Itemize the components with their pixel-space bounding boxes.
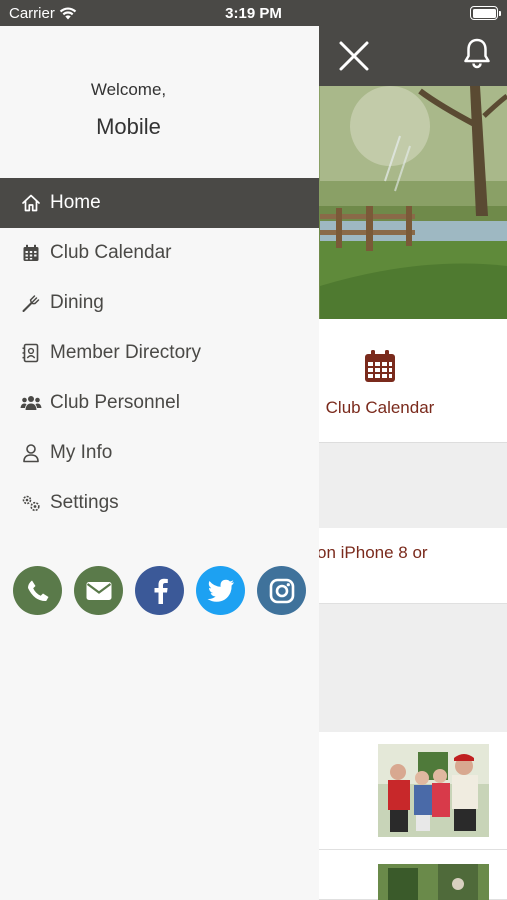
- instagram-button[interactable]: [257, 566, 306, 615]
- user-name: Mobile: [96, 114, 161, 139]
- phone-icon: [27, 580, 48, 601]
- menu-item-label: My Info: [50, 442, 113, 463]
- home-icon: [20, 192, 42, 214]
- news-link[interactable]: is on iPhone 8 or: [300, 543, 428, 563]
- menu-item-label: Club Calendar: [50, 242, 172, 263]
- menu-item-home[interactable]: Home: [0, 178, 319, 228]
- event-photo-2[interactable]: [378, 864, 489, 900]
- drawer-menu: Home Club Calendar Dining Member Directo…: [0, 178, 319, 528]
- welcome-text: Welcome,: [90, 80, 167, 99]
- menu-item-dining[interactable]: Dining: [0, 278, 319, 328]
- instagram-icon: [269, 578, 294, 603]
- menu-item-label: Club Personnel: [50, 392, 180, 413]
- fork-icon: [20, 292, 42, 314]
- facebook-button[interactable]: [135, 566, 184, 615]
- twitter-button[interactable]: [196, 566, 245, 615]
- menu-item-settings[interactable]: Settings: [0, 478, 319, 528]
- calendar-icon: [20, 242, 42, 264]
- menu-item-label: Member Directory: [50, 342, 201, 363]
- people-icon: [20, 392, 42, 414]
- gears-icon: [20, 492, 42, 514]
- event-photo[interactable]: [378, 744, 489, 837]
- user-icon: [20, 442, 42, 464]
- menu-item-club-personnel[interactable]: Club Personnel: [0, 378, 319, 428]
- menu-item-my-info[interactable]: My Info: [0, 428, 319, 478]
- side-drawer: Welcome, Mobile Home Club Calendar Dinin…: [0, 26, 319, 900]
- close-drawer-button[interactable]: [336, 38, 372, 74]
- menu-item-label: Home: [50, 192, 101, 213]
- email-icon: [86, 581, 111, 600]
- notifications-button[interactable]: [460, 36, 496, 72]
- close-icon: [339, 41, 369, 71]
- social-links: [13, 566, 306, 615]
- menu-item-label: Settings: [50, 492, 119, 513]
- bell-icon: [464, 38, 490, 69]
- twitter-icon: [207, 579, 234, 602]
- calendar-tile-icon[interactable]: [362, 348, 398, 384]
- facebook-icon: [154, 578, 168, 604]
- email-button[interactable]: [74, 566, 123, 615]
- menu-item-club-calendar[interactable]: Club Calendar: [0, 228, 319, 278]
- menu-item-label: Dining: [50, 292, 104, 313]
- address-book-icon: [20, 342, 42, 364]
- calendar-tile-label[interactable]: Club Calendar: [320, 398, 440, 418]
- menu-item-member-directory[interactable]: Member Directory: [0, 328, 319, 378]
- phone-button[interactable]: [13, 566, 62, 615]
